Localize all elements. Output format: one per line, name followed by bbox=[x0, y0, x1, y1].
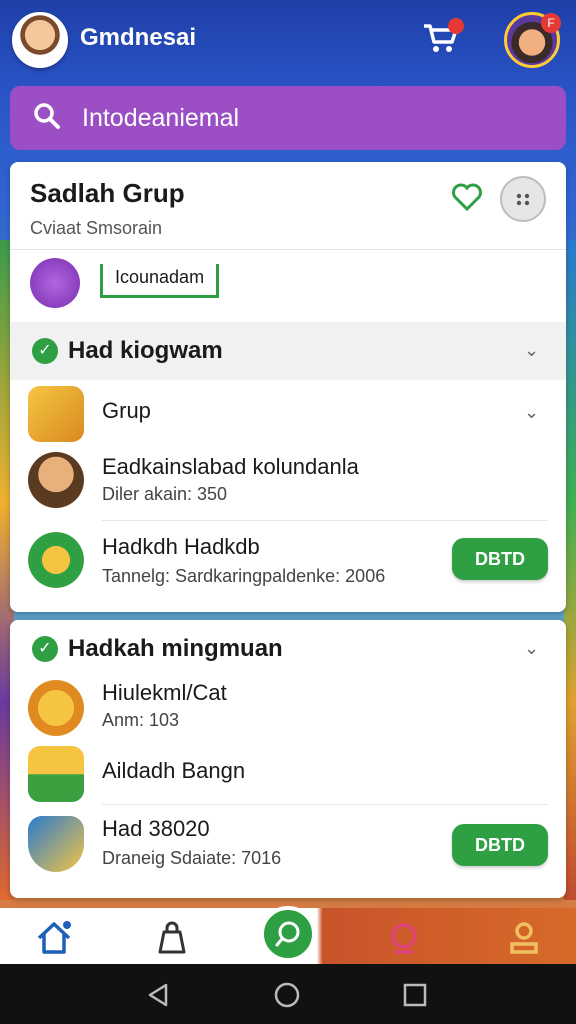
divider bbox=[102, 804, 548, 805]
section-card: ✓ Hadkah mingmuan ⌄ Hiulekml/Cat Anm: 10… bbox=[10, 620, 566, 898]
app-title: Gmdnesai bbox=[80, 24, 197, 51]
sword-badge-icon bbox=[30, 258, 80, 308]
action-button[interactable]: DBTD bbox=[452, 824, 548, 866]
section-title: Hadkah mingmuan bbox=[68, 635, 283, 662]
item-name: Grup bbox=[102, 398, 151, 423]
play-badge-icon bbox=[28, 532, 84, 588]
action-button[interactable]: DBTD bbox=[452, 538, 548, 580]
home-circle-icon[interactable] bbox=[274, 982, 300, 1008]
cart-button[interactable] bbox=[420, 18, 464, 62]
list-item[interactable]: Grup ⌄ bbox=[10, 384, 566, 444]
item-meta: Anm: 103 bbox=[102, 710, 180, 730]
section-header[interactable]: ✓ Hadkah mingmuan ⌄ bbox=[10, 620, 566, 678]
character-icon bbox=[28, 452, 84, 508]
shield-icon bbox=[28, 816, 84, 872]
chevron-down-icon[interactable]: ⌄ bbox=[524, 340, 544, 360]
recents-icon[interactable] bbox=[402, 982, 428, 1008]
search-icon bbox=[32, 101, 62, 136]
list-item[interactable]: Aildadh Bangn bbox=[10, 744, 566, 802]
chevron-down-icon[interactable]: ⌄ bbox=[524, 638, 544, 658]
chat-icon bbox=[275, 921, 300, 947]
treasure-chest-icon bbox=[28, 386, 84, 442]
profile-icon[interactable] bbox=[504, 918, 544, 958]
group-card: Sadlah Grup Cviaat Smsorain Icounadam ✓ … bbox=[10, 162, 566, 612]
divider bbox=[102, 520, 548, 521]
item-name: Hadkdh Hadkdb bbox=[102, 534, 260, 559]
item-meta: Diler akain: 350 bbox=[102, 484, 228, 504]
heart-icon[interactable] bbox=[450, 180, 484, 214]
item-meta: Tannelg: Sardkaringpaldenke: 2006 bbox=[102, 566, 386, 586]
item-name: Hiulekml/Cat bbox=[102, 680, 227, 705]
more-options-button[interactable] bbox=[500, 176, 546, 222]
chevron-down-icon[interactable]: ⌄ bbox=[524, 402, 544, 422]
user-avatar[interactable] bbox=[12, 12, 68, 68]
list-item[interactable]: Had 38020 Draneig Sdaiate: 7016 DBTD bbox=[10, 810, 566, 890]
chat-button[interactable] bbox=[260, 906, 316, 962]
search-heart-icon[interactable] bbox=[384, 918, 424, 958]
profile-avatar[interactable]: F bbox=[504, 12, 561, 68]
check-icon: ✓ bbox=[32, 338, 58, 364]
profile-badge: F bbox=[541, 13, 561, 33]
gold-bars-icon bbox=[28, 746, 84, 802]
system-navigation-bar bbox=[0, 964, 576, 1024]
section-header[interactable]: ✓ Had kiogwam ⌄ bbox=[10, 322, 566, 380]
list-item[interactable]: Hiulekml/Cat Anm: 103 bbox=[10, 674, 566, 744]
bottom-navigation bbox=[0, 906, 576, 964]
home-icon[interactable] bbox=[34, 918, 74, 958]
category-row: Icounadam bbox=[10, 250, 566, 322]
item-name: Had 38020 bbox=[102, 816, 210, 841]
item-meta: Draneig Sdaiate: 7016 bbox=[102, 848, 282, 868]
list-item[interactable]: Hadkdh Hadkdb Tannelg: Sardkaringpaldenk… bbox=[10, 524, 566, 604]
search-input-text[interactable]: Intodeaniemal bbox=[82, 104, 239, 133]
coin-badge-icon bbox=[28, 680, 84, 736]
back-icon[interactable] bbox=[146, 982, 172, 1008]
item-name: Aildadh Bangn bbox=[102, 758, 246, 783]
category-chip[interactable]: Icounadam bbox=[100, 264, 220, 298]
top-bar: Gmdnesai F bbox=[0, 0, 576, 84]
check-icon: ✓ bbox=[32, 636, 58, 662]
list-item[interactable]: Eadkainslabad kolundanla Diler akain: 35… bbox=[10, 444, 566, 518]
group-header: Sadlah Grup Cviaat Smsorain bbox=[10, 162, 566, 250]
search-bar[interactable]: Intodeaniemal bbox=[10, 86, 566, 150]
cart-badge bbox=[448, 18, 464, 34]
dots-icon bbox=[516, 193, 530, 206]
item-name: Eadkainslabad kolundanla bbox=[102, 454, 359, 479]
group-title: Sadlah Grup bbox=[30, 178, 185, 208]
group-subtitle: Cviaat Smsorain bbox=[30, 218, 163, 238]
bag-icon[interactable] bbox=[152, 918, 192, 958]
section-title: Had kiogwam bbox=[68, 337, 223, 364]
